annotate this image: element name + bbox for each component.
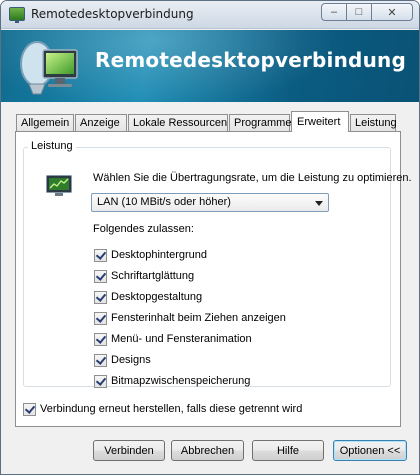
tab-lokale-ressourcen[interactable]: Lokale Ressourcen (128, 114, 228, 132)
option-desktop-background[interactable]: Desktophintergrund (94, 248, 207, 262)
checkbox-reconnect[interactable] (23, 402, 36, 416)
performance-monitor-icon (46, 175, 72, 196)
performance-group-label: Leistung (28, 140, 76, 152)
performance-description: Wählen Sie die Übertragungsrate, um die … (93, 172, 412, 184)
reconnect-label: Verbindung erneut herstellen, falls dies… (40, 403, 303, 415)
caption-buttons: – □ ✕ (321, 3, 413, 21)
checkbox-desktop-background[interactable] (94, 248, 107, 262)
option-reconnect[interactable]: Verbindung erneut herstellen, falls dies… (23, 402, 302, 416)
option-themes[interactable]: Designs (94, 353, 151, 367)
option-label: Designs (111, 354, 151, 366)
window-title: Remotedesktopverbindung (31, 7, 194, 21)
remote-desktop-icon (9, 7, 25, 23)
tab-programme[interactable]: Programme (229, 114, 291, 132)
remote-desktop-logo-icon (20, 41, 78, 95)
checkbox-font-smoothing[interactable] (94, 269, 107, 283)
options-button[interactable]: Optionen << (333, 440, 407, 461)
connection-speed-value: LAN (10 MBit/s oder höher) (97, 196, 231, 208)
option-bitmap-caching[interactable]: Bitmapzwischenspeicherung (94, 374, 250, 388)
checkbox-menu-window-animation[interactable] (94, 332, 107, 346)
maximize-button[interactable]: □ (346, 3, 372, 21)
connect-button[interactable]: Verbinden (93, 440, 165, 461)
option-label: Desktophintergrund (111, 249, 208, 261)
title-bar[interactable]: Remotedesktopverbindung – □ ✕ (1, 1, 419, 29)
option-desktop-composition[interactable]: Desktopgestaltung (94, 290, 202, 304)
help-button[interactable]: Hilfe (252, 440, 324, 461)
tab-leistung[interactable]: Leistung (350, 114, 397, 132)
maximize-icon: □ (355, 6, 363, 18)
header-banner: Remotedesktopverbindung (1, 30, 419, 102)
option-label: Bitmapzwischenspeicherung (111, 375, 251, 387)
checkbox-desktop-composition[interactable] (94, 290, 107, 304)
tab-page-erweitert: Leistung Wählen Sie die Übertragungsrate… (15, 131, 412, 427)
tab-allgemein[interactable]: Allgemein (16, 114, 74, 132)
checkbox-show-contents-dragging[interactable] (94, 311, 107, 325)
cancel-button[interactable]: Abbrechen (171, 440, 244, 461)
tab-erweitert[interactable]: Erweitert (291, 111, 349, 132)
option-label: Fensterinhalt beim Ziehen anzeigen (111, 312, 286, 324)
close-icon: ✕ (387, 6, 397, 19)
option-font-smoothing[interactable]: Schriftartglättung (94, 269, 194, 283)
option-label: Schriftartglättung (111, 270, 195, 282)
minimize-button[interactable]: – (321, 3, 347, 21)
checkbox-bitmap-caching[interactable] (94, 374, 107, 388)
remote-desktop-window: Remotedesktopverbindung – □ ✕ Remotedesk… (0, 0, 420, 475)
option-show-contents-dragging[interactable]: Fensterinhalt beim Ziehen anzeigen (94, 311, 286, 325)
option-label: Desktopgestaltung (111, 291, 203, 303)
checkbox-themes[interactable] (94, 353, 107, 367)
option-menu-window-animation[interactable]: Menü- und Fensteranimation (94, 332, 252, 346)
performance-group: Leistung Wählen Sie die Übertragungsrate… (23, 140, 412, 388)
close-button[interactable]: ✕ (371, 3, 413, 21)
minimize-icon: – (330, 6, 338, 18)
connection-speed-select[interactable]: LAN (10 MBit/s oder höher) (91, 193, 329, 212)
tab-anzeige[interactable]: Anzeige (75, 114, 127, 132)
option-label: Menü- und Fensteranimation (111, 333, 252, 345)
banner-title: Remotedesktopverbindung (95, 48, 406, 72)
dropdown-arrow-icon (315, 201, 323, 206)
allow-label: Folgendes zulassen: (93, 223, 194, 235)
